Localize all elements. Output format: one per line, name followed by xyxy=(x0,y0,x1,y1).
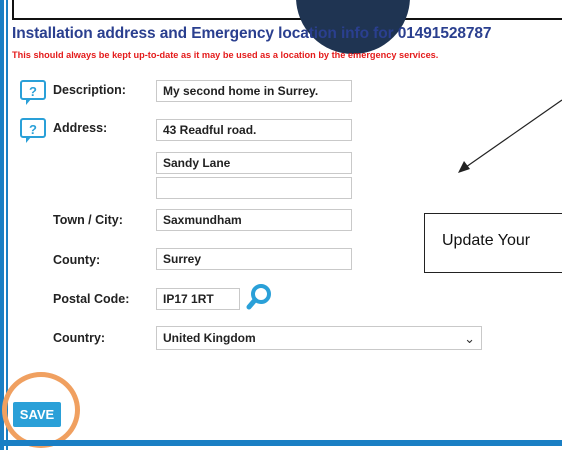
left-border-inner xyxy=(6,0,8,450)
search-icon[interactable] xyxy=(245,283,273,311)
county-field[interactable]: Surrey xyxy=(156,248,352,270)
callout-box: Update Your xyxy=(424,213,562,273)
save-button[interactable]: SAVE xyxy=(13,402,61,427)
warning-text: This should always be kept up-to-date as… xyxy=(12,50,439,60)
country-select-value: United Kingdom xyxy=(163,331,256,345)
address-line1-field[interactable]: 43 Readful road. xyxy=(156,119,352,141)
postal-code-label: Postal Code: xyxy=(53,292,130,306)
country-select[interactable]: United Kingdom ⌄ xyxy=(156,326,482,350)
address-line2-field[interactable]: Sandy Lane xyxy=(156,152,352,174)
description-field[interactable]: My second home in Surrey. xyxy=(156,80,352,102)
town-label: Town / City: xyxy=(53,213,123,227)
address-line3-field[interactable] xyxy=(156,177,352,199)
chevron-down-icon: ⌄ xyxy=(464,331,475,346)
town-field[interactable]: Saxmundham xyxy=(156,209,352,231)
address-label: Address: xyxy=(53,121,108,135)
help-icon[interactable]: ? xyxy=(20,118,46,143)
county-label: County: xyxy=(53,253,101,267)
bottom-border xyxy=(0,440,562,446)
description-label: Description: xyxy=(53,83,126,97)
country-label: Country: xyxy=(53,331,106,345)
left-border xyxy=(0,0,4,450)
page-title: Installation address and Emergency locat… xyxy=(12,25,492,42)
top-frame xyxy=(12,0,562,20)
postal-code-field[interactable]: IP17 1RT xyxy=(156,288,240,310)
help-icon[interactable]: ? xyxy=(20,80,46,105)
